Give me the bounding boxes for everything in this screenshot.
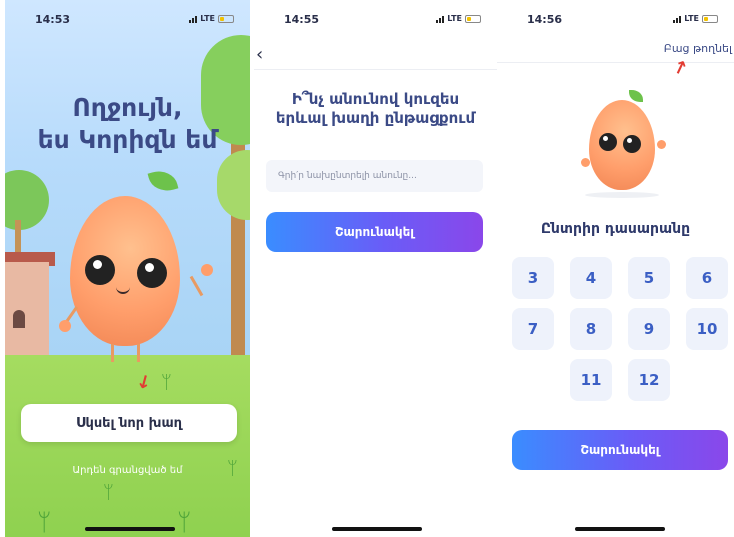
mascot-left-hand [59, 320, 71, 332]
name-question-line2: երևալ խաղի ընթացքում [275, 109, 476, 127]
mascot-left-hand [581, 158, 590, 167]
home-indicator [85, 527, 175, 531]
status-time: 14:56 [527, 13, 563, 26]
battery-icon [465, 14, 481, 23]
grass-tuft-icon: ᛘ [161, 372, 172, 393]
mascot-right-eye [623, 135, 641, 153]
mascot-leaf [629, 90, 643, 102]
welcome-screen: 14:53 LTE Ողջույն, ես Կորիզն եմ ↙ ᛘ Սկսե… [5, 0, 250, 537]
grass-tuft-icon: ᛘ [177, 508, 192, 536]
choose-grade-title: Ընտրիր դասարանը [540, 221, 691, 237]
skip-link[interactable]: Բաց թողնել [664, 42, 732, 55]
signal-icon [189, 15, 198, 23]
welcome-title-line1: Ողջույն, [72, 93, 183, 122]
house-window [13, 310, 25, 328]
name-question: Ի՞նչ անունով կուզես երևալ խաղի ընթացքում [254, 90, 497, 128]
mascot-right-hand [657, 140, 666, 149]
grade-button-7[interactable]: 7 [512, 308, 554, 350]
grade-select-screen: 14:56 LTE Բաց թողնել ↗ Ընտրիր դասարանը 3… [497, 0, 734, 537]
signal-icon [436, 15, 445, 23]
name-question-line1: Ի՞նչ անունով կուզես [291, 90, 460, 108]
welcome-title-line2: ես Կորիզն եմ [37, 125, 218, 154]
status-bar: 14:53 LTE [5, 0, 250, 42]
grade-button-3[interactable]: 3 [512, 257, 554, 299]
start-new-game-button[interactable]: Սկսել նոր խաղ [21, 404, 237, 442]
grade-button-4[interactable]: 4 [570, 257, 612, 299]
home-indicator [575, 527, 665, 531]
nickname-input[interactable] [266, 160, 483, 192]
grade-button-8[interactable]: 8 [570, 308, 612, 350]
status-bar: 14:55 LTE [254, 0, 497, 42]
arrow-icon: ↗ [669, 56, 692, 81]
grade-button-11[interactable]: 11 [570, 359, 612, 401]
continue-button[interactable]: Շարունակել [512, 430, 728, 470]
welcome-title: Ողջույն, ես Կորիզն եմ [5, 92, 250, 156]
grass-tuft-icon: ᛘ [37, 508, 52, 536]
network-label: LTE [200, 14, 215, 23]
grade-button-10[interactable]: 10 [686, 308, 728, 350]
home-indicator [332, 527, 422, 531]
name-entry-screen: 14:55 LTE ‹ Ի՞նչ անունով կուզես երևալ խա… [254, 0, 497, 537]
header-divider [254, 69, 497, 70]
mascot-shadow [585, 192, 659, 198]
signal-icon [673, 15, 682, 23]
grade-button-12[interactable]: 12 [628, 359, 670, 401]
header-divider [497, 62, 734, 63]
network-label: LTE [684, 14, 699, 23]
status-bar: 14:56 LTE [497, 0, 734, 42]
house [5, 262, 49, 358]
grade-button-5[interactable]: 5 [628, 257, 670, 299]
network-label: LTE [447, 14, 462, 23]
grass-tuft-icon: ᛘ [227, 458, 238, 479]
grass-tuft-icon: ᛘ [103, 482, 114, 503]
continue-button[interactable]: Շարունակել [266, 212, 483, 252]
mascot-right-leg [137, 344, 140, 362]
already-registered-link[interactable]: Արդեն գրանցված եմ [5, 465, 250, 476]
chevron-left-icon[interactable]: ‹ [256, 44, 263, 65]
mascot-left-eye [85, 255, 115, 285]
grade-button-9[interactable]: 9 [628, 308, 670, 350]
mascot-left-leg [111, 344, 114, 362]
battery-icon [218, 14, 234, 23]
status-network: LTE [436, 14, 481, 23]
battery-icon [702, 14, 718, 23]
status-time: 14:53 [35, 13, 71, 26]
mascot-right-eye [137, 258, 167, 288]
status-network: LTE [673, 14, 718, 23]
status-network: LTE [189, 14, 234, 23]
status-time: 14:55 [284, 13, 320, 26]
mascot-right-hand [201, 264, 213, 276]
mascot-left-eye [599, 133, 617, 151]
grade-button-6[interactable]: 6 [686, 257, 728, 299]
